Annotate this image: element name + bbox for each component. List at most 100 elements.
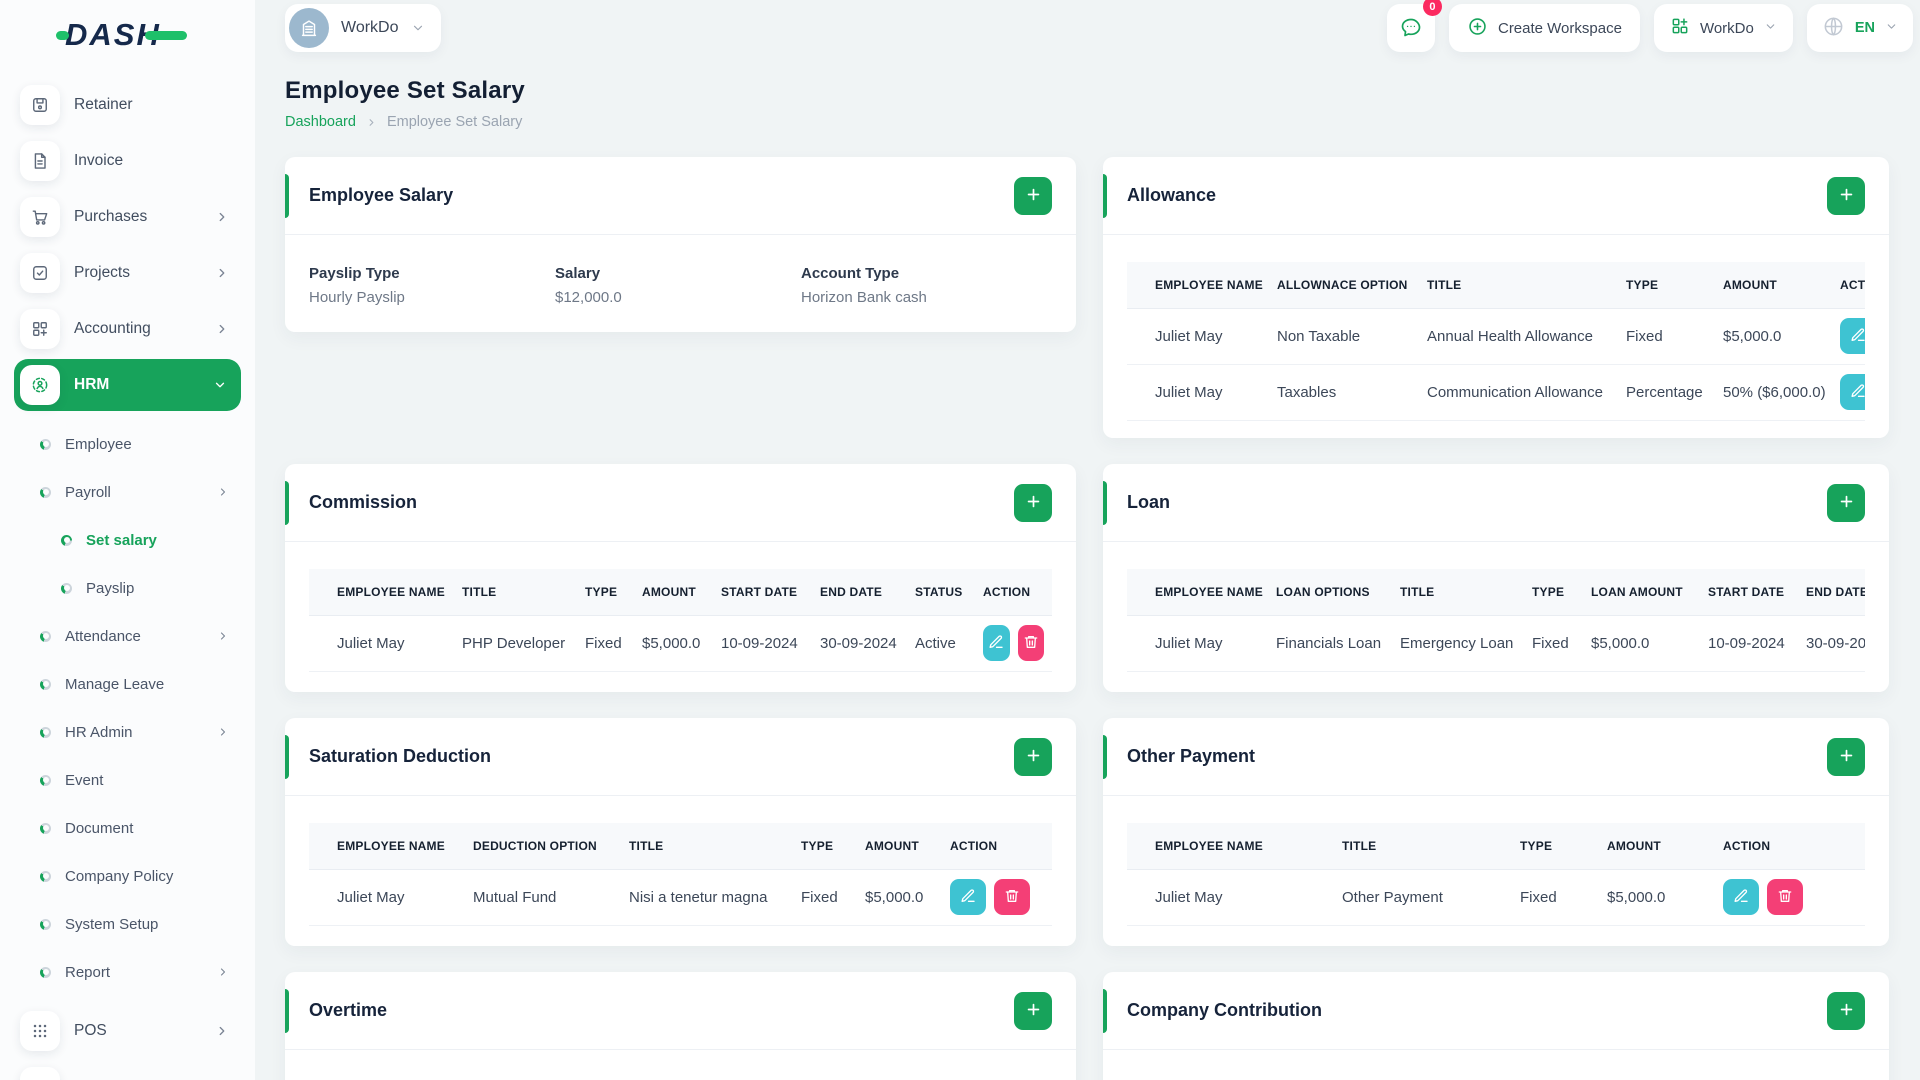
table-cell: Fixed <box>1532 615 1591 672</box>
edit-button[interactable] <box>1723 879 1759 915</box>
edit-button[interactable] <box>983 625 1010 661</box>
table-row: Juliet May Financials Loan Emergency Loan F… <box>1127 615 1865 672</box>
purchases-icon <box>20 197 60 237</box>
add-commission-button[interactable] <box>1014 483 1052 522</box>
column-header: ACTION <box>1723 823 1865 870</box>
delete-button[interactable] <box>1767 879 1803 915</box>
table-header-row: EMPLOYEE NAME DEDUCTION OPTION TITLE TYPE AM… <box>309 823 1052 870</box>
chevron-right-icon <box>217 726 229 738</box>
edit-button[interactable] <box>950 879 986 915</box>
dash-logo: DASH <box>0 0 255 70</box>
sidebar-subitem-event[interactable]: Event <box>0 756 255 804</box>
sidebar-subitem-report[interactable]: Report <box>0 948 255 996</box>
sidebar-item-invoice[interactable]: Invoice <box>0 133 255 189</box>
add-saturation-deduction-button[interactable] <box>1014 737 1052 776</box>
breadcrumb: Dashboard Employee Set Salary <box>285 114 1889 130</box>
sidebar-subitem-payroll[interactable]: Payroll <box>0 468 255 516</box>
add-allowance-button[interactable] <box>1827 176 1865 215</box>
sidebar-subitem-document[interactable]: Document <box>0 804 255 852</box>
language-selector[interactable]: EN <box>1806 4 1913 52</box>
sidebar-subitem-employee[interactable]: Employee <box>0 420 255 468</box>
invoice-icon <box>20 141 60 181</box>
chevron-right-icon <box>215 1024 229 1038</box>
sidebar-item-pos[interactable]: POS <box>0 1003 255 1059</box>
sidebar-subitem-attendance[interactable]: Attendance <box>0 612 255 660</box>
sidebar-subitem-set-salary[interactable]: Set salary <box>0 516 255 564</box>
edit-button[interactable] <box>1840 374 1865 410</box>
page-content: Employee Set Salary Dashboard Employee S… <box>255 52 1920 1080</box>
add-employee-salary-button[interactable] <box>1014 176 1052 215</box>
column-header: END DATE <box>1806 569 1865 616</box>
page-title: Employee Set Salary <box>285 77 525 104</box>
create-workspace-button[interactable]: Create Workspace <box>1448 4 1640 52</box>
pos-icon <box>20 1011 60 1051</box>
table-cell: Other Payment <box>1342 869 1520 926</box>
bullet-icon <box>40 822 51 834</box>
table-cell: Mutual Fund <box>473 869 629 926</box>
card-title: Overtime <box>309 1000 388 1020</box>
breadcrumb-dashboard-link[interactable]: Dashboard <box>285 114 356 130</box>
sidebar-subitem-payslip[interactable]: Payslip <box>0 564 255 612</box>
actions-cell <box>1840 308 1865 365</box>
sidebar-subitem-label: Report <box>65 963 111 981</box>
bullet-icon <box>40 678 51 690</box>
sidebar-item-label: HRM <box>74 376 110 393</box>
bullet-icon <box>40 774 51 786</box>
chat-bubble-icon <box>1399 15 1423 42</box>
sidebar-item-projects[interactable]: Projects <box>0 245 255 301</box>
table-cell: Juliet May <box>309 615 462 672</box>
sidebar-item-accounting[interactable]: Accounting <box>0 301 255 357</box>
chevron-down-icon <box>411 21 425 35</box>
overtime-card: Overtime <box>285 972 1076 1080</box>
table-cell: $5,000.0 <box>642 615 721 672</box>
sidebar-subitem-label: Event <box>65 771 104 789</box>
messages-button[interactable]: 0 <box>1386 0 1442 52</box>
add-other-payment-button[interactable] <box>1827 737 1865 776</box>
card-header: Allowance <box>1103 157 1889 235</box>
sidebar-item-label: Retainer <box>74 96 133 113</box>
card-header: Other Payment <box>1103 718 1889 796</box>
sidebar-subitem-company-policy[interactable]: Company Policy <box>0 852 255 900</box>
add-overtime-button[interactable] <box>1014 991 1052 1030</box>
column-header: TYPE <box>1520 823 1607 870</box>
sidebar-subitem-label: Company Policy <box>65 867 174 885</box>
field-value: Hourly Payslip <box>309 289 405 306</box>
column-header: ACTION <box>1840 262 1865 309</box>
sidebar-item-retainer[interactable]: Retainer <box>0 77 255 133</box>
sidebar-subitem-manage-leave[interactable]: Manage Leave <box>0 660 255 708</box>
edit-button[interactable] <box>1840 318 1865 354</box>
table-cell: Nisi a tenetur magna <box>629 869 801 926</box>
workspace-avatar-building-icon <box>289 8 329 48</box>
main-area: WorkDo 0 Create Workspace WorkDo EN Empl… <box>255 0 1920 1080</box>
card-header: Loan <box>1103 464 1889 542</box>
table-cell: $5,000.0 <box>1607 869 1723 926</box>
add-loan-button[interactable] <box>1827 483 1865 522</box>
sidebar-nav-top: Retainer Invoice Purchases Projects Accounti… <box>0 70 255 413</box>
table-cell: Percentage <box>1626 364 1723 421</box>
sidebar-subitem-hr-admin[interactable]: HR Admin <box>0 708 255 756</box>
apps-menu-label: WorkDo <box>1699 19 1754 37</box>
bullet-icon <box>40 870 51 882</box>
column-header: END DATE <box>820 569 915 616</box>
top-actions: 0 Create Workspace WorkDo EN <box>1386 0 1913 52</box>
sidebar-subitem-label: Set salary <box>86 531 157 549</box>
sidebar-item-hrm[interactable]: HRM <box>14 359 241 411</box>
table-cell: 30-09-2024 <box>1806 615 1865 672</box>
add-company-contribution-button[interactable] <box>1827 991 1865 1030</box>
card-title: Commission <box>309 492 418 512</box>
workdo-apps-button[interactable]: WorkDo <box>1653 4 1793 52</box>
sidebar-item-crm[interactable]: CRM <box>0 1059 255 1080</box>
salary-fields: Payslip Type Hourly Payslip Salary $12,0… <box>309 235 1052 306</box>
account-type-field: Account Type Horizon Bank cash <box>801 265 1047 306</box>
delete-button[interactable] <box>994 879 1030 915</box>
field-label: Payslip Type <box>309 265 400 282</box>
bullet-icon <box>40 726 51 738</box>
card-header: Overtime <box>285 972 1076 1050</box>
sidebar-item-purchases[interactable]: Purchases <box>0 189 255 245</box>
company-contribution-card: Company Contribution <box>1103 972 1889 1080</box>
delete-button[interactable] <box>1017 625 1044 661</box>
column-header: STATUS <box>915 569 983 616</box>
workspace-selector[interactable]: WorkDo <box>285 4 441 52</box>
pencil-icon <box>1850 327 1865 346</box>
sidebar-subitem-system-setup[interactable]: System Setup <box>0 900 255 948</box>
